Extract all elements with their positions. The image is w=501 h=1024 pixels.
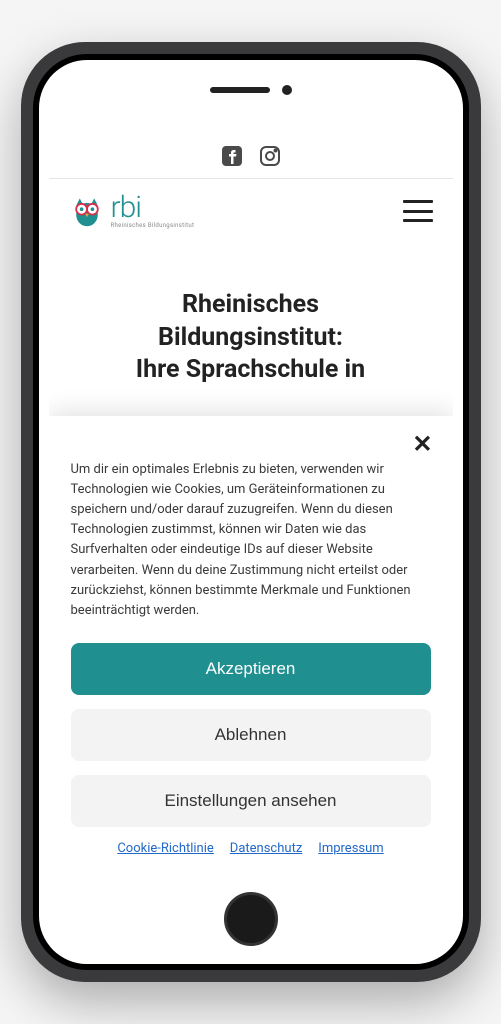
title-line: Rheinisches bbox=[182, 290, 319, 319]
imprint-link[interactable]: Impressum bbox=[318, 841, 383, 856]
consent-description: Um dir ein optimales Erlebnis zu bieten,… bbox=[71, 460, 431, 621]
settings-button[interactable]: Einstellungen ansehen bbox=[71, 775, 431, 827]
home-button[interactable] bbox=[224, 892, 278, 946]
phone-bezel: rbi Rheinisches Bildungsinstitut Rheinis… bbox=[33, 54, 469, 970]
phone-notch bbox=[39, 60, 463, 120]
header: rbi Rheinisches Bildungsinstitut bbox=[49, 193, 453, 249]
logo-subtitle: Rheinisches Bildungsinstitut bbox=[111, 223, 195, 229]
close-icon[interactable]: ✕ bbox=[412, 430, 432, 458]
hamburger-menu-icon[interactable] bbox=[403, 200, 433, 222]
accept-button[interactable]: Akzeptieren bbox=[71, 643, 431, 695]
phone-screen: rbi Rheinisches Bildungsinstitut Rheinis… bbox=[39, 60, 463, 964]
logo-main-text: rbi bbox=[111, 193, 195, 223]
facebook-icon[interactable] bbox=[220, 144, 244, 168]
hero-section: Rheinisches Bildungsinstitut: Ihre Sprac… bbox=[49, 249, 453, 387]
page-content: rbi Rheinisches Bildungsinstitut Rheinis… bbox=[49, 130, 453, 878]
privacy-link[interactable]: Datenschutz bbox=[230, 841, 302, 856]
logo-text: rbi Rheinisches Bildungsinstitut bbox=[111, 193, 195, 229]
phone-device-frame: rbi Rheinisches Bildungsinstitut Rheinis… bbox=[21, 42, 481, 982]
owl-icon bbox=[69, 193, 105, 229]
title-line: Ihre Sprachschule in bbox=[136, 355, 365, 384]
cookie-consent-banner: ✕ Um dir ein optimales Erlebnis zu biete… bbox=[49, 416, 453, 878]
consent-footer-links: Cookie-Richtlinie Datenschutz Impressum bbox=[71, 841, 431, 856]
front-camera bbox=[282, 85, 292, 95]
cookie-policy-link[interactable]: Cookie-Richtlinie bbox=[117, 841, 213, 856]
page-title: Rheinisches Bildungsinstitut: Ihre Sprac… bbox=[77, 289, 425, 387]
decline-button[interactable]: Ablehnen bbox=[71, 709, 431, 761]
speaker-slot bbox=[210, 87, 270, 93]
title-line: Bildungsinstitut: bbox=[158, 323, 343, 352]
instagram-icon[interactable] bbox=[258, 144, 282, 168]
header-divider bbox=[49, 178, 453, 179]
social-bar bbox=[49, 130, 453, 178]
logo[interactable]: rbi Rheinisches Bildungsinstitut bbox=[69, 193, 195, 229]
